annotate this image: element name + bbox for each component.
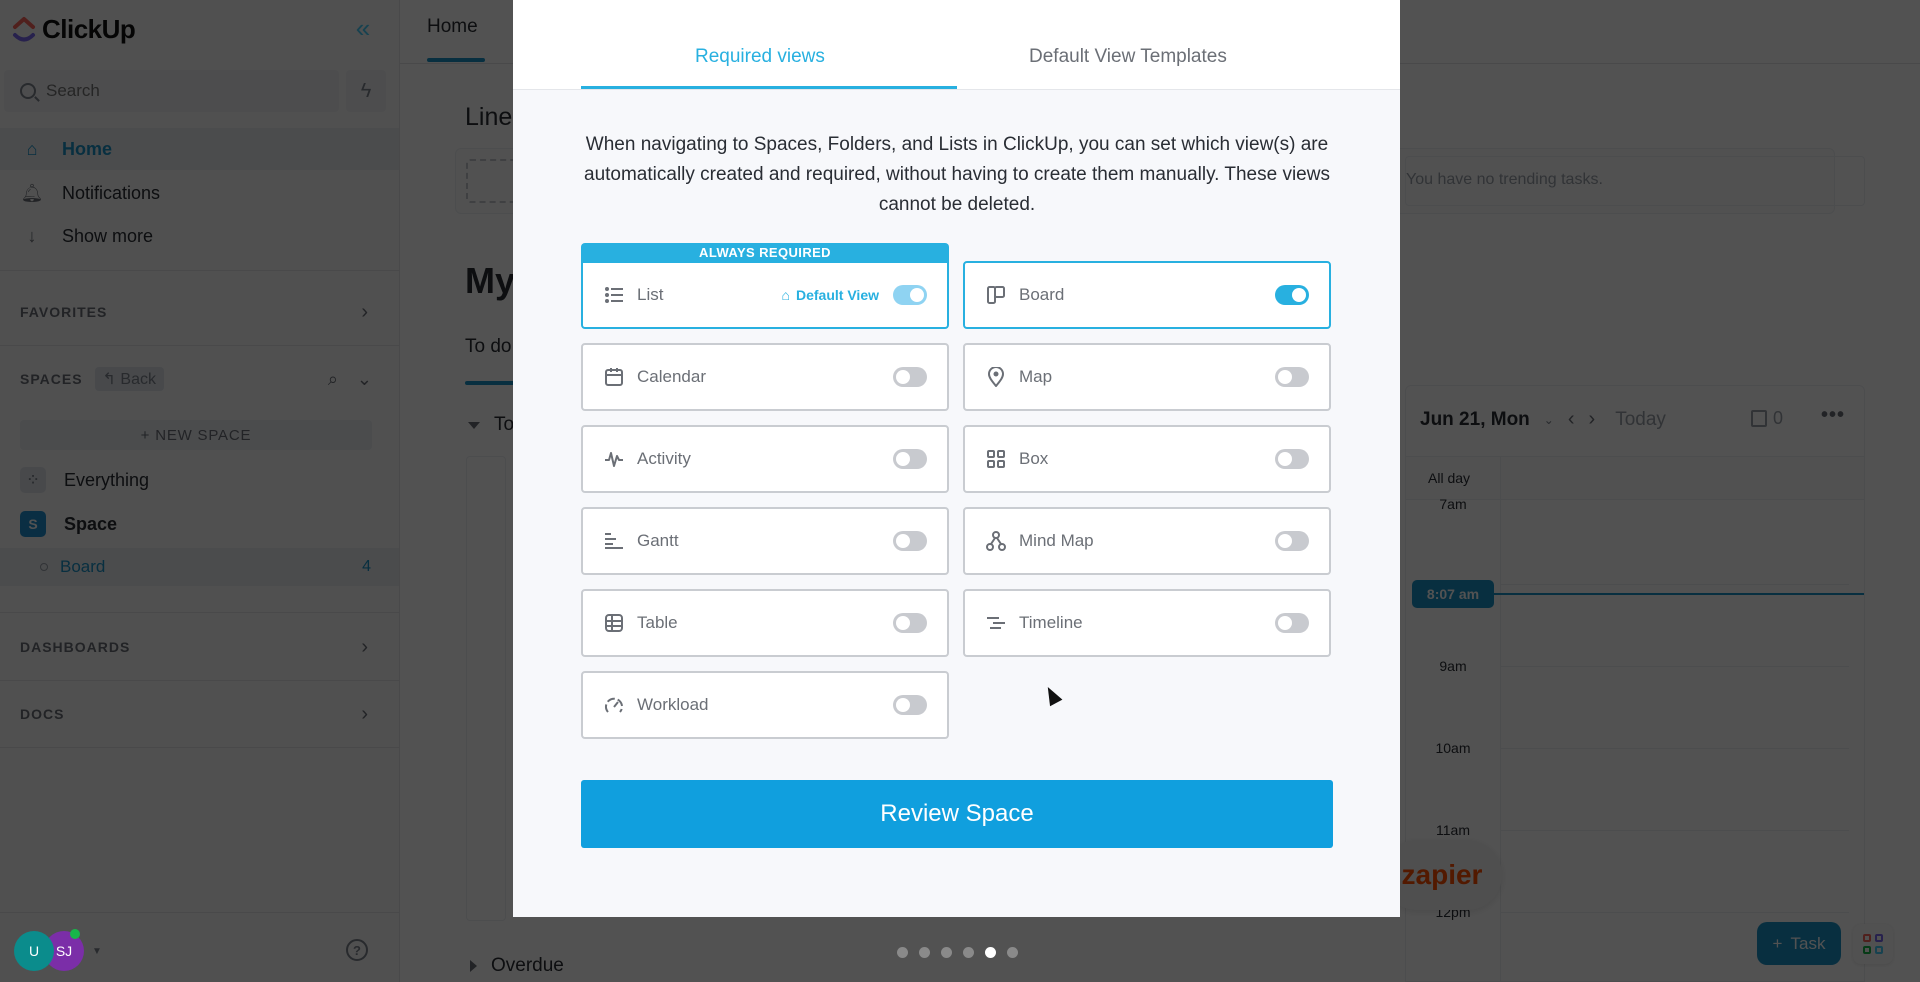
activity-icon bbox=[603, 448, 625, 470]
view-toggle-table[interactable] bbox=[893, 613, 927, 633]
tab-required-views[interactable]: Required views bbox=[695, 46, 825, 68]
pagination-dot[interactable] bbox=[963, 947, 974, 958]
home-icon: ⌂ bbox=[781, 287, 790, 303]
modal-tabs: Required views Default View Templates bbox=[513, 0, 1400, 90]
view-label: Board bbox=[1019, 285, 1065, 304]
view-toggle-workload[interactable] bbox=[893, 695, 927, 715]
view-toggle-board[interactable] bbox=[1275, 285, 1309, 305]
view-card-activity[interactable]: Activity bbox=[581, 425, 949, 493]
pagination-dot-current[interactable] bbox=[985, 947, 996, 958]
view-card-calendar[interactable]: Calendar bbox=[581, 343, 949, 411]
tab-default-view-templates[interactable]: Default View Templates bbox=[1029, 46, 1227, 68]
view-label: List bbox=[637, 285, 664, 304]
list-icon bbox=[603, 284, 625, 306]
view-toggle-map[interactable] bbox=[1275, 367, 1309, 387]
view-label: Gantt bbox=[637, 531, 679, 550]
view-toggle-mind-map[interactable] bbox=[1275, 531, 1309, 551]
view-card-table[interactable]: Table bbox=[581, 589, 949, 657]
view-label: Timeline bbox=[1019, 613, 1083, 632]
view-card-mind-map[interactable]: Mind Map bbox=[963, 507, 1331, 575]
pagination-dot[interactable] bbox=[919, 947, 930, 958]
pagination-dot[interactable] bbox=[897, 947, 908, 958]
view-card-timeline[interactable]: Timeline bbox=[963, 589, 1331, 657]
view-card-board[interactable]: Board bbox=[963, 261, 1331, 329]
view-card-box[interactable]: Box bbox=[963, 425, 1331, 493]
view-label: Map bbox=[1019, 367, 1053, 386]
view-card-list: List ⌂ Default View bbox=[581, 261, 949, 329]
review-space-button[interactable]: Review Space bbox=[581, 780, 1333, 848]
table-icon bbox=[603, 612, 625, 634]
view-label: Box bbox=[1019, 449, 1049, 468]
view-toggle-list[interactable] bbox=[893, 285, 927, 305]
board-icon bbox=[985, 284, 1007, 306]
calendar-icon bbox=[603, 366, 625, 388]
view-toggle-timeline[interactable] bbox=[1275, 613, 1309, 633]
default-view-badge: ⌂ Default View bbox=[782, 287, 879, 303]
always-required-banner: ALWAYS REQUIRED bbox=[581, 243, 949, 263]
map-pin-icon bbox=[985, 366, 1007, 388]
gantt-icon bbox=[603, 530, 625, 552]
view-label: Table bbox=[637, 613, 678, 632]
box-grid-icon bbox=[985, 448, 1007, 470]
user-avatar[interactable]: U bbox=[14, 931, 54, 971]
view-toggle-activity[interactable] bbox=[893, 449, 927, 469]
pagination-dot[interactable] bbox=[1007, 947, 1018, 958]
view-card-workload[interactable]: Workload bbox=[581, 671, 949, 739]
view-label: Workload bbox=[637, 695, 709, 714]
view-label: Mind Map bbox=[1019, 531, 1094, 550]
mind-map-icon bbox=[985, 530, 1007, 552]
default-view-label: Default View bbox=[796, 287, 879, 303]
required-views-modal: Required views Default View Templates Wh… bbox=[513, 0, 1400, 917]
view-label: Calendar bbox=[637, 367, 706, 386]
active-tab-indicator bbox=[581, 86, 957, 89]
timeline-icon bbox=[985, 612, 1007, 634]
view-toggle-box[interactable] bbox=[1275, 449, 1309, 469]
online-status-icon bbox=[70, 929, 80, 939]
modal-description: When navigating to Spaces, Folders, and … bbox=[584, 134, 1330, 215]
view-label: Activity bbox=[637, 449, 691, 468]
pagination-dot[interactable] bbox=[941, 947, 952, 958]
view-card-map[interactable]: Map bbox=[963, 343, 1331, 411]
view-card-gantt[interactable]: Gantt bbox=[581, 507, 949, 575]
view-toggle-calendar[interactable] bbox=[893, 367, 927, 387]
workload-icon bbox=[603, 694, 625, 716]
onboarding-pagination bbox=[897, 947, 1018, 958]
view-toggle-gantt[interactable] bbox=[893, 531, 927, 551]
